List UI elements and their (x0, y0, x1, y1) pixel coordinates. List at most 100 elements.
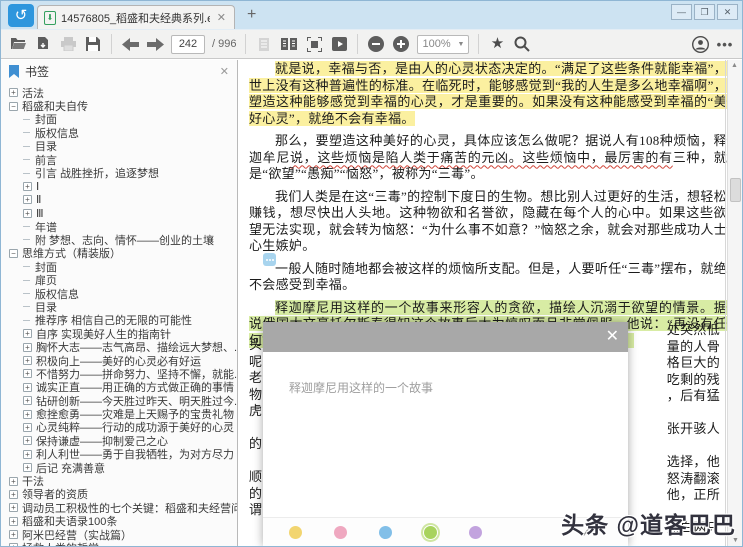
expand-icon[interactable]: + (23, 356, 32, 365)
expand-icon[interactable]: + (23, 463, 32, 473)
new-tab-button[interactable]: + (247, 7, 256, 23)
bookmark-tree-item[interactable]: 版权信息 (1, 126, 237, 140)
zoom-out-icon[interactable] (367, 35, 385, 53)
bookmark-label: 阿米巴经营（实战篇） (22, 529, 132, 542)
bookmark-tree-item[interactable]: + 领导者的资质 (1, 488, 237, 501)
user-icon[interactable] (691, 35, 709, 53)
save-as-icon[interactable] (34, 35, 52, 53)
sidebar-close-icon[interactable]: ✕ (220, 65, 229, 78)
popup-body[interactable]: 释迦摩尼用这样的一个故事 (263, 352, 628, 517)
bookmark-tree-item[interactable]: 目录 (1, 300, 237, 314)
expand-icon[interactable]: + (9, 530, 18, 540)
bookmark-label: 稻盛和夫自传 (22, 101, 88, 113)
expand-icon[interactable]: + (23, 181, 32, 191)
popup-note-text[interactable]: 释迦摩尼用这样的一个故事 (289, 379, 433, 396)
highlight-color-pink[interactable] (334, 525, 347, 539)
maximize-button[interactable]: ❐ (694, 4, 715, 20)
bookmark-label: 胸怀大志——志气高昂、描绘远大梦想、... (36, 342, 237, 354)
scrollbar-thumb[interactable] (730, 178, 741, 202)
bookmark-tree-item[interactable]: + 积极向上——美好的心灵必有好运 (1, 354, 237, 367)
open-folder-icon[interactable] (9, 35, 27, 53)
expand-icon[interactable]: + (23, 369, 32, 379)
expand-icon[interactable]: + (9, 543, 18, 546)
bookmark-tree-item[interactable]: + 诚实正直——用正确的方式做正确的事情 (1, 381, 237, 394)
expand-icon[interactable]: + (9, 516, 18, 526)
expand-icon[interactable]: + (9, 88, 18, 98)
bookmark-tree-item[interactable]: + Ⅰ (1, 180, 237, 193)
bookmark-tree-item[interactable]: 版权信息 (1, 287, 237, 300)
print-icon[interactable] (59, 35, 77, 53)
expand-icon[interactable]: + (23, 195, 32, 205)
bookmark-tree-item[interactable]: + 阿米巴经营（实战篇） (1, 528, 237, 541)
bookmark-tree-item[interactable]: 目录 (1, 140, 237, 153)
collapse-icon[interactable]: − (9, 248, 18, 258)
bookmark-tree-item[interactable]: + 保持谦虚——抑制爱己之心 (1, 434, 237, 448)
document-tab[interactable]: ⬇ 14576805_稻盛和夫经典系列.epub ✕ (37, 5, 235, 29)
highlight-color-green[interactable] (424, 525, 437, 539)
bookmark-tree-item[interactable]: 推荐序 相信自己的无限的可能性 (1, 314, 237, 327)
expand-icon[interactable]: + (9, 503, 18, 513)
bookmark-tree-item[interactable]: + 胸怀大志——志气高昂、描绘远大梦想、... (1, 340, 237, 354)
bookmark-star-icon[interactable]: ★ (488, 35, 506, 53)
bookmark-tree-item[interactable]: − 思维方式（精装版） (1, 247, 237, 260)
presentation-icon[interactable] (330, 35, 348, 53)
book-view-icon[interactable] (280, 35, 298, 53)
tab-close-icon[interactable]: ✕ (215, 11, 228, 24)
bookmark-tree-item[interactable]: 扉页 (1, 273, 237, 287)
expand-icon[interactable]: + (9, 489, 18, 499)
bookmark-tree-item[interactable]: 封面 (1, 260, 237, 273)
bookmark-tree-item[interactable]: + 活法 (1, 86, 237, 99)
expand-icon[interactable]: + (23, 436, 32, 446)
popup-header[interactable]: ✕ (263, 322, 628, 352)
highlight-color-yellow[interactable] (289, 525, 302, 539)
vertical-scrollbar[interactable]: ▲ ▼ (727, 60, 742, 546)
app-logo-icon[interactable]: ↺ (8, 4, 34, 27)
bookmark-tree-item[interactable]: 引言 战胜挫折，追逐梦想 (1, 166, 237, 180)
expand-icon[interactable]: + (23, 422, 32, 432)
bookmark-tree-item[interactable]: − 稻盛和夫自传 (1, 99, 237, 113)
bookmark-tree-item[interactable]: + 稻盛和夫语录100条 (1, 515, 237, 528)
forward-icon[interactable] (146, 35, 164, 53)
expand-icon[interactable]: + (23, 382, 32, 392)
bookmark-tree-item[interactable]: + 愈挫愈勇——灾难是上天赐予的宝贵礼物 (1, 407, 237, 421)
expand-icon[interactable]: + (23, 342, 32, 352)
expand-icon[interactable]: + (23, 409, 32, 419)
bookmark-tree-item[interactable]: + 不惜努力——拼命努力、坚持不懈，就能... (1, 367, 237, 381)
expand-icon[interactable]: + (23, 208, 32, 218)
page-number-input[interactable] (171, 34, 205, 54)
save-icon[interactable] (84, 35, 102, 53)
bookmark-tree-item[interactable]: 年谱 (1, 220, 237, 233)
back-icon[interactable] (121, 35, 139, 53)
popup-close-icon[interactable]: ✕ (606, 327, 619, 347)
bookmark-tree-item[interactable]: + 自序 实现美好人生的指南针 (1, 327, 237, 340)
collapse-icon[interactable]: − (9, 101, 18, 111)
scroll-up-icon[interactable]: ▲ (731, 62, 738, 69)
expand-icon[interactable]: + (23, 449, 32, 459)
highlight-color-purple[interactable] (469, 525, 482, 539)
single-page-icon[interactable] (255, 35, 273, 53)
highlight-color-blue[interactable] (379, 525, 392, 539)
bookmark-tree-item[interactable]: + 调动员工积极性的七个关键：稻盛和夫经营问... (1, 501, 237, 515)
minimize-button[interactable]: — (671, 4, 692, 20)
bookmark-tree-item[interactable]: + 利人利世——勇于自我牺牲，为对方尽力 (1, 448, 237, 461)
bookmark-tree-item[interactable]: 前言 (1, 153, 237, 166)
bookmark-tree-item[interactable]: + 拯救人类的哲学 (1, 541, 237, 546)
expand-icon[interactable]: + (23, 329, 32, 339)
fullscreen-icon[interactable] (305, 35, 323, 53)
bookmark-tree-item[interactable]: + Ⅲ (1, 207, 237, 220)
bookmark-tree-item[interactable]: + 后记 充满善意 (1, 461, 237, 474)
bookmark-tree-item[interactable]: 附 梦想、志向、情怀——创业的土壤 (1, 233, 237, 247)
annotation-note-icon[interactable] (263, 253, 276, 266)
bookmark-tree-item[interactable]: + Ⅱ (1, 193, 237, 206)
search-icon[interactable] (513, 35, 531, 53)
expand-icon[interactable]: + (23, 396, 32, 406)
expand-icon[interactable]: + (9, 476, 18, 486)
bookmark-tree-item[interactable]: 封面 (1, 113, 237, 126)
bookmark-tree-item[interactable]: + 干法 (1, 474, 237, 488)
zoom-in-icon[interactable] (392, 35, 410, 53)
close-button[interactable]: ✕ (717, 4, 738, 20)
bookmark-tree-item[interactable]: + 钻研创新——今天胜过昨天、明天胜过今... (1, 394, 237, 407)
zoom-select[interactable]: 100% ▼ (417, 34, 470, 54)
bookmark-tree-item[interactable]: + 心灵纯粹——行动的成功源于美好的心灵 (1, 421, 237, 434)
more-icon[interactable]: ••• (716, 35, 734, 53)
